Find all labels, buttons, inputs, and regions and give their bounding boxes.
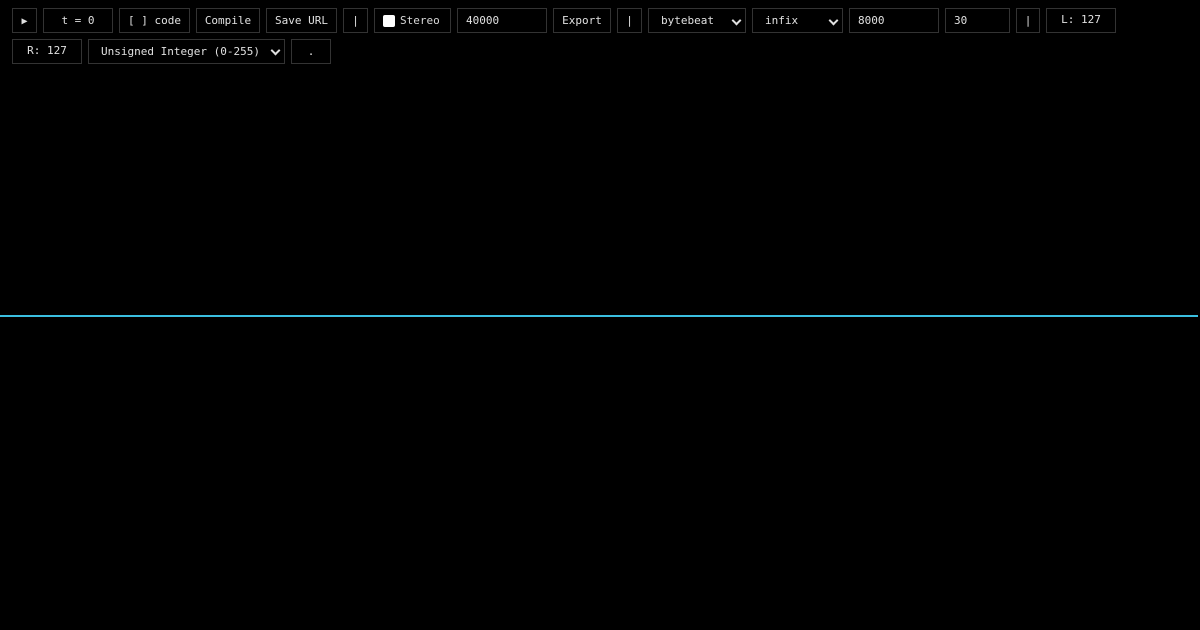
waveform-display (0, 315, 1198, 317)
stereo-label: Stereo (400, 14, 440, 27)
play-icon: ▶ (21, 16, 28, 27)
separator-1: | (343, 8, 368, 33)
separator-2: | (617, 8, 642, 33)
chevron-down-icon (828, 15, 839, 26)
extra-button[interactable]: . (291, 39, 331, 64)
chevron-down-icon (731, 15, 742, 26)
save-url-button[interactable]: Save URL (266, 8, 337, 33)
separator-3: | (1016, 8, 1040, 33)
mode-select-value: bytebeat (661, 14, 714, 27)
left-channel-readout: L: 127 (1046, 8, 1116, 33)
compile-button[interactable]: Compile (196, 8, 260, 33)
sample-rate-input[interactable]: 8000 (849, 8, 939, 33)
export-button[interactable]: Export (553, 8, 611, 33)
play-button[interactable]: ▶ (12, 8, 37, 33)
stereo-checkbox[interactable] (383, 15, 395, 27)
code-toggle-button[interactable]: [ ] code (119, 8, 190, 33)
mode-select[interactable]: bytebeat (648, 8, 746, 33)
sample-format-select-value: Unsigned Integer (0-255) (101, 45, 260, 58)
sample-format-select[interactable]: Unsigned Integer (0-255) (88, 39, 285, 64)
notation-select-value: infix (765, 14, 799, 27)
length-input[interactable]: 40000 (457, 8, 547, 33)
right-channel-readout: R: 127 (12, 39, 82, 64)
time-display[interactable]: t = 0 (43, 8, 113, 33)
oscilloscope-canvas[interactable] (0, 70, 1200, 630)
toolbar: ▶ t = 0 [ ] code Compile Save URL | Ster… (0, 0, 1200, 70)
chevron-down-icon (270, 45, 281, 56)
notation-select[interactable]: infix (752, 8, 843, 33)
stereo-toggle[interactable]: Stereo (374, 8, 451, 33)
fps-input[interactable]: 30 (945, 8, 1010, 33)
